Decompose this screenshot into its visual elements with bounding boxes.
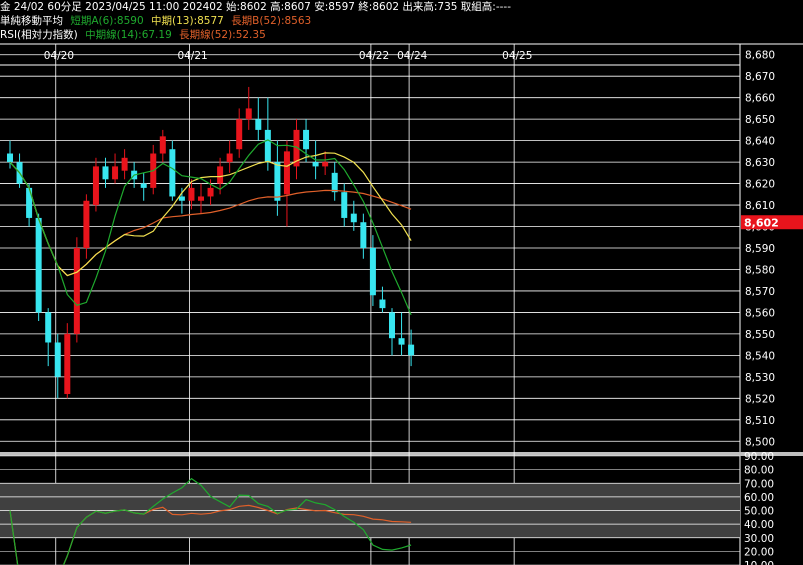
- price-tick-label: 8,540: [745, 350, 775, 362]
- candle-body: [159, 136, 166, 154]
- candle-body: [226, 153, 233, 163]
- rsi-tick-label: 50.00: [744, 506, 774, 518]
- candle-body: [217, 166, 224, 184]
- price-tick-label: 8,550: [745, 329, 775, 341]
- candle-body: [92, 166, 99, 206]
- price-tick-label: 8,580: [745, 264, 775, 276]
- price-tick-label: 8,560: [745, 307, 775, 319]
- candle-body: [188, 187, 195, 201]
- candle-body: [369, 248, 376, 296]
- candle-body: [112, 166, 119, 180]
- candle-body: [274, 162, 281, 201]
- rsi-tick-label: 20.00: [744, 546, 774, 558]
- rsi-tick-label: 10.00: [744, 560, 774, 565]
- price-tick-label: 8,520: [745, 393, 775, 405]
- price-tick-label: 8,590: [745, 243, 775, 255]
- date-label: 04/25: [502, 50, 532, 62]
- price-tick-label: 8,500: [745, 436, 775, 448]
- candle-body: [45, 312, 52, 343]
- candle-body: [341, 192, 348, 218]
- price-tick-label: 8,510: [745, 415, 775, 427]
- last-price-label: 8,602: [744, 217, 779, 230]
- candle-body: [236, 119, 243, 150]
- candle-body: [360, 222, 367, 248]
- rsi-tick-label: 40.00: [744, 519, 774, 531]
- panel-divider: [0, 452, 803, 456]
- candle-body: [169, 149, 176, 197]
- price-tick-label: 8,660: [745, 93, 775, 105]
- candle-body: [178, 196, 185, 201]
- candle-body: [73, 248, 80, 334]
- candle-body: [26, 187, 33, 218]
- date-label: 04/20: [44, 50, 74, 62]
- candle-body: [7, 153, 13, 163]
- candle-body: [312, 162, 319, 167]
- price-tick-label: 8,570: [745, 286, 775, 298]
- candle-body: [283, 151, 290, 195]
- price-tick-label: 8,650: [745, 114, 775, 126]
- candle-body: [64, 333, 71, 395]
- candle-body: [408, 344, 415, 356]
- candle-body: [331, 172, 338, 193]
- date-label: 04/21: [177, 50, 207, 62]
- ma-short-line: [9, 139, 412, 316]
- price-tick-label: 8,620: [745, 179, 775, 191]
- candle-body: [264, 129, 271, 163]
- price-tick-label: 8,640: [745, 136, 775, 148]
- price-tick-label: 8,530: [745, 372, 775, 384]
- candle-body: [389, 312, 395, 339]
- candle-body: [255, 119, 262, 130]
- candle-body: [102, 166, 109, 180]
- candle-body: [54, 342, 61, 377]
- price-tick-label: 8,610: [745, 200, 775, 212]
- candle-body: [245, 108, 252, 120]
- candle-body: [379, 299, 386, 309]
- candle-body: [398, 338, 405, 345]
- candle-body: [83, 200, 90, 248]
- price-tick-label: 8,670: [745, 71, 775, 83]
- candle-body: [121, 157, 128, 171]
- candle-body: [350, 213, 357, 223]
- price-tick-label: 8,680: [745, 50, 775, 62]
- candle-body: [198, 196, 204, 201]
- candle-body: [303, 129, 310, 150]
- date-label: 04/24: [397, 50, 428, 62]
- date-label: 04/22: [359, 50, 389, 62]
- rsi-tick-label: 80.00: [744, 465, 774, 477]
- price-tick-label: 8,630: [745, 157, 775, 169]
- candle-body: [322, 162, 329, 167]
- candle-body: [207, 187, 214, 197]
- rsi-tick-label: 70.00: [744, 478, 774, 490]
- price-chart[interactable]: 8,500 8,510 8,520 8,530 8,540 8,550 8,560 8,570…: [0, 0, 803, 565]
- candle-body: [35, 217, 42, 313]
- rsi-tick-label: 60.00: [744, 492, 774, 504]
- rsi-tick-label: 90.00: [744, 451, 774, 463]
- candle-body: [140, 183, 147, 188]
- rsi-tick-label: 30.00: [744, 533, 774, 545]
